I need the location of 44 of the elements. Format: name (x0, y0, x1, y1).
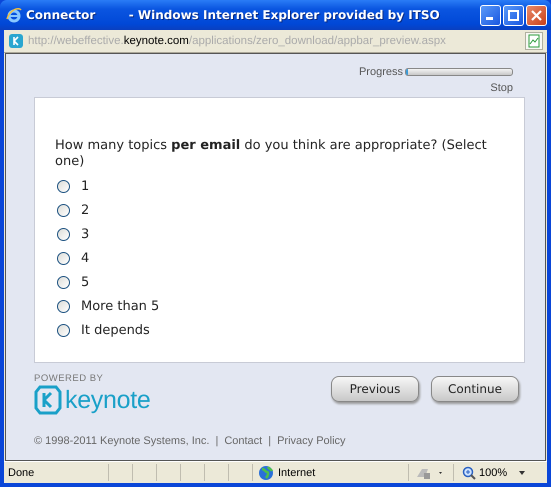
stop-link[interactable]: Stop (490, 82, 513, 94)
separator: | (215, 435, 218, 447)
radio-button[interactable] (57, 324, 70, 336)
option-label: 4 (81, 250, 90, 266)
browser-logo-icon (6, 7, 22, 23)
option-label: 1 (81, 178, 90, 194)
option-label: 3 (81, 226, 90, 242)
radio-button[interactable] (57, 300, 70, 312)
option-label: 2 (81, 202, 90, 218)
radio-button[interactable] (57, 180, 70, 192)
footer-link[interactable]: Privacy Policy (277, 435, 346, 447)
radio-button[interactable] (57, 228, 70, 240)
option-label: 5 (81, 274, 90, 290)
status-text: Done (7, 466, 36, 478)
logo-icon (34, 385, 62, 415)
separator: | (268, 435, 272, 447)
radio-button[interactable] (57, 252, 70, 264)
minimize-button[interactable] (480, 4, 501, 26)
zone-text: Internet (278, 466, 316, 478)
site-icon (8, 33, 24, 49)
globe-icon (258, 464, 274, 480)
zoom-button[interactable]: 100% (454, 466, 540, 480)
compatibility-view-icon[interactable] (525, 32, 543, 50)
zoom-icon (462, 466, 476, 480)
close-button[interactable] (526, 4, 547, 26)
maximize-icon (508, 10, 519, 20)
previous-button[interactable]: Previous (331, 376, 419, 402)
address-field[interactable]: http://webeffective.keynote.com/applications/zero_download/appbar_preview.aspx (28, 35, 521, 47)
footer-link[interactable]: Contact (224, 435, 262, 447)
powered-by-label: POWERED BY (34, 373, 104, 384)
minimize-icon (486, 17, 492, 20)
radio-button[interactable] (57, 204, 70, 216)
question-text: How many topics per email do you think are appropriate? (Select one) (55, 138, 488, 170)
close-icon (531, 10, 542, 20)
logo-text: keynote (65, 386, 150, 414)
progress-label: Progress (358, 66, 403, 78)
copyright-text: © 1998-2011 Keynote Systems, Inc. (34, 435, 210, 447)
window-title: Connector - Windows Internet Explorer provided by ITSO (26, 8, 441, 22)
option-label: It depends (81, 322, 150, 338)
radio-button[interactable] (57, 276, 70, 288)
dropdown-icon[interactable] (518, 470, 526, 476)
maximize-button[interactable] (503, 4, 524, 26)
continue-button[interactable]: Continue (431, 376, 519, 402)
option-label: More than 5 (81, 298, 160, 314)
